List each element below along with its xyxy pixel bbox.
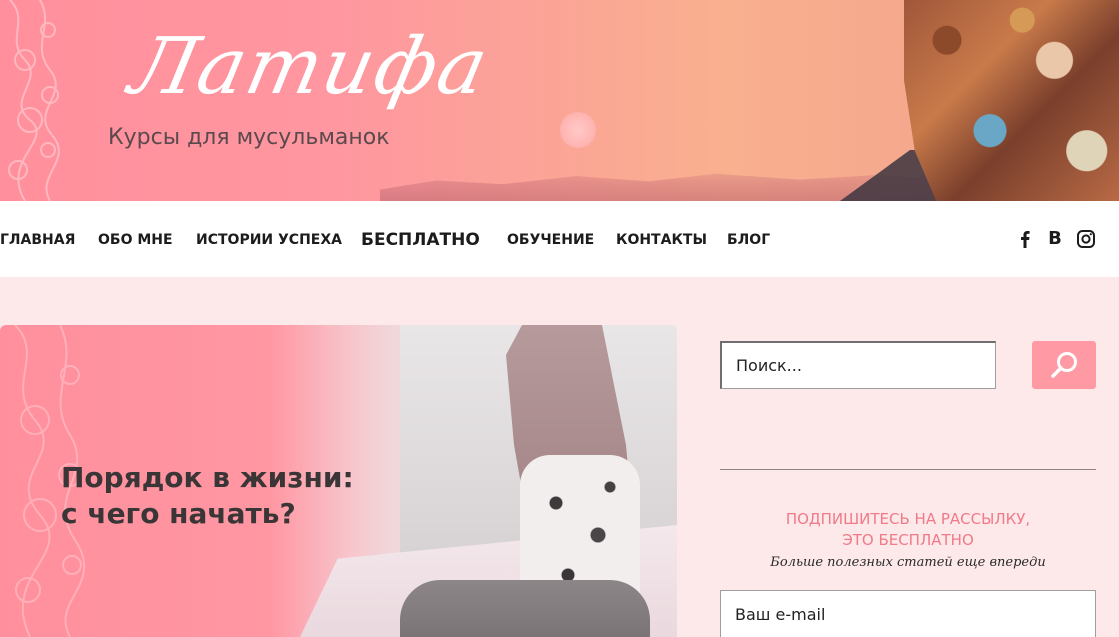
nav-item-success-stories[interactable]: ИСТОРИИ УСПЕХА <box>196 232 342 248</box>
nav-item-blog[interactable]: БЛОГ <box>727 232 770 248</box>
main-nav: ГЛАВНАЯ ОБО МНЕ ИСТОРИИ УСПЕХА БЕСПЛАТНО… <box>0 201 1119 277</box>
vk-icon[interactable]: B <box>1045 229 1065 249</box>
site-logo[interactable]: Латифа <box>122 22 496 112</box>
nav-item-home[interactable]: ГЛАВНАЯ <box>0 232 75 248</box>
sidebar-divider <box>720 469 1096 470</box>
search-button[interactable] <box>1032 341 1096 389</box>
nav-item-courses[interactable]: ОБУЧЕНИЕ <box>507 232 594 248</box>
featured-title-line-1: Порядок в жизни: <box>61 461 354 494</box>
floral-ornament <box>8 0 60 201</box>
header-banner: Латифа Курсы для мусульманок <box>0 0 1119 201</box>
subscribe-subtitle: Больше полезных статей еще впереди <box>770 555 1046 570</box>
search-icon <box>1051 352 1077 378</box>
nav-item-contacts[interactable]: КОНТАКТЫ <box>616 232 707 248</box>
search-input[interactable] <box>720 341 996 389</box>
subscribe-heading: ПОДПИШИТЕСЬ НА РАССЫЛКУ, ЭТО БЕСПЛАТНО <box>720 509 1096 551</box>
sunset-sun <box>560 112 596 148</box>
featured-post-title[interactable]: Порядок в жизни: с чего начать? <box>61 460 421 532</box>
subscribe-heading-line-1: ПОДПИШИТЕСЬ НА РАССЫЛКУ, <box>785 510 1031 528</box>
featured-title-line-2: с чего начать? <box>61 497 296 530</box>
woman-skirt-image <box>400 580 650 637</box>
nav-item-about[interactable]: ОБО МНЕ <box>98 232 173 248</box>
site-tagline: Курсы для мусульманок <box>108 125 390 150</box>
nav-item-free[interactable]: БЕСПЛАТНО <box>361 230 480 250</box>
facebook-icon[interactable] <box>1015 229 1035 249</box>
instagram-icon[interactable] <box>1076 229 1096 249</box>
floral-scarf-image <box>904 0 1119 201</box>
email-field[interactable] <box>720 590 1096 637</box>
subscribe-heading-line-2: ЭТО БЕСПЛАТНО <box>842 531 974 549</box>
